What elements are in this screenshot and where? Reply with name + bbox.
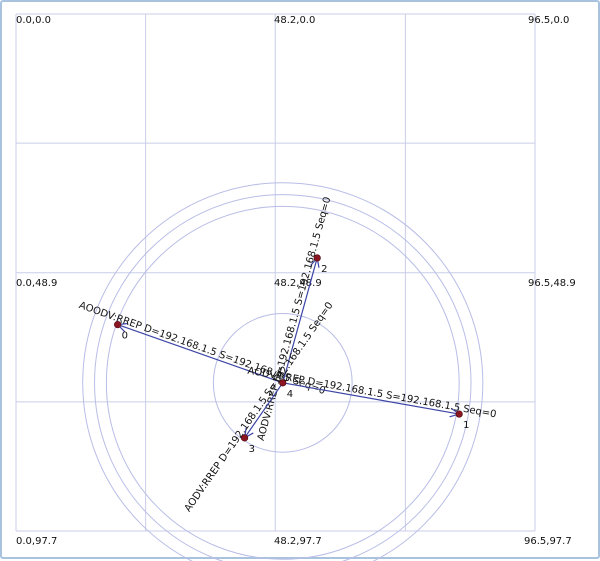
coord-label-bottom-left: 0.0,97.7 xyxy=(16,536,57,547)
node-id-label: 1 xyxy=(463,420,469,431)
coord-label-top-right: 96.5,0.0 xyxy=(528,15,569,26)
node-dot[interactable] xyxy=(240,434,249,442)
node-id-label: 3 xyxy=(249,444,255,455)
node-id-label: 2 xyxy=(321,264,327,275)
node-id-label: 0 xyxy=(122,331,128,342)
coord-label-top-center: 48.2,0.0 xyxy=(274,15,315,26)
coord-label-bottom-right: 96.5,97.7 xyxy=(524,536,572,547)
node-dot[interactable] xyxy=(313,254,321,262)
coord-label-mid-left: 0.0,48.9 xyxy=(16,278,57,289)
network-canvas[interactable]: 0.0,0.0 48.2,0.0 96.5,0.0 0.0,48.9 48.2,… xyxy=(2,2,600,561)
network-visualization-panel: 0.0,0.0 48.2,0.0 96.5,0.0 0.0,48.9 48.2,… xyxy=(0,0,600,561)
coord-label-top-left: 0.0,0.0 xyxy=(16,15,51,26)
node-id-label: 4 xyxy=(287,389,293,400)
message-links: AOODV:RREP D=192.168.1.5 S=192.168.1.5 S… xyxy=(77,196,497,514)
node-dot[interactable] xyxy=(114,321,122,329)
network-node[interactable]: 3 xyxy=(240,434,255,455)
coord-label-mid-right: 96.5,48.9 xyxy=(528,278,576,289)
message-label: AODV:RREP D=192.168.1.5 S=192.168.1.5 Se… xyxy=(183,300,336,514)
node-dot[interactable] xyxy=(279,379,287,387)
coord-label-bottom-center: 48.2,97.7 xyxy=(274,536,322,547)
network-node[interactable]: 2 xyxy=(313,254,328,275)
node-dot[interactable] xyxy=(455,410,463,418)
